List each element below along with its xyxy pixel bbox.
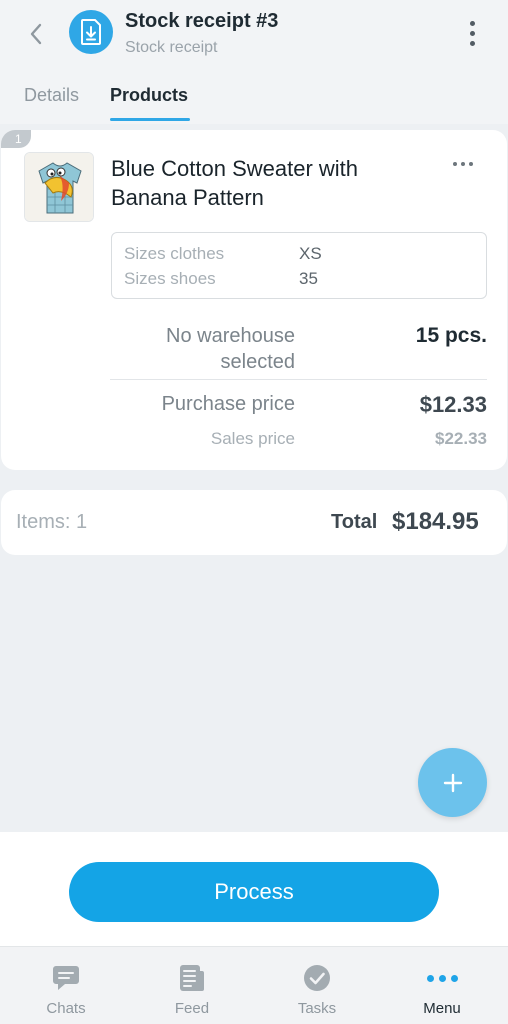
items-count: Items: 1 xyxy=(16,511,88,533)
nav-label: Tasks xyxy=(297,1000,337,1017)
nav-item-chats[interactable]: Chats xyxy=(16,946,116,1024)
page-subtitle: Stock receipt xyxy=(125,39,218,56)
warehouse-selector[interactable]: No warehouse selected xyxy=(110,323,295,375)
tab-products[interactable]: Products xyxy=(110,85,188,106)
check-circle-icon xyxy=(301,962,333,994)
divider xyxy=(110,379,487,380)
nav-item-tasks[interactable]: Tasks xyxy=(267,946,367,1024)
total-label: Total xyxy=(331,511,378,533)
quantity-value[interactable]: 15 pcs. xyxy=(416,324,487,348)
nav-label: Feed xyxy=(174,1000,210,1017)
chat-bubble-icon xyxy=(50,962,82,994)
sales-price-label: Sales price xyxy=(210,429,295,448)
property-label: Sizes clothes xyxy=(124,244,225,263)
more-horizontal-icon xyxy=(453,162,473,166)
property-value: XS xyxy=(299,244,322,263)
plus-icon xyxy=(443,773,462,792)
more-options-button[interactable] xyxy=(458,16,486,50)
product-name[interactable]: Blue Cotton Sweater with Banana Pattern xyxy=(111,154,411,212)
chevron-left-icon xyxy=(30,23,42,45)
nav-item-feed[interactable]: Feed xyxy=(142,946,242,1024)
document-avatar xyxy=(69,10,113,54)
product-options-button[interactable] xyxy=(450,156,476,172)
nav-item-menu[interactable]: Menu xyxy=(392,946,492,1024)
nav-label: Chats xyxy=(46,1000,86,1017)
back-button[interactable] xyxy=(22,20,50,48)
product-properties: Sizes clothes XS Sizes shoes 35 xyxy=(111,232,487,299)
active-tab-indicator xyxy=(110,118,190,121)
process-button[interactable]: Process xyxy=(69,862,439,922)
property-value: 35 xyxy=(299,269,318,288)
sweater-thumbnail-icon xyxy=(25,153,93,221)
more-vertical-icon xyxy=(469,20,475,46)
sales-price-value: $22.33 xyxy=(435,429,487,448)
nav-label: Menu xyxy=(423,1000,461,1017)
total-value: $184.95 xyxy=(392,508,479,535)
add-product-button[interactable] xyxy=(418,748,487,817)
download-document-icon xyxy=(81,19,101,45)
product-index-badge: 1 xyxy=(1,130,31,148)
feed-icon xyxy=(176,962,208,994)
product-image[interactable] xyxy=(24,152,94,222)
property-label: Sizes shoes xyxy=(124,269,216,288)
more-horizontal-icon xyxy=(426,962,458,994)
purchase-price-label: Purchase price xyxy=(161,393,295,415)
page-title: Stock receipt #3 xyxy=(125,10,279,32)
purchase-price-value[interactable]: $12.33 xyxy=(420,392,487,418)
tab-details[interactable]: Details xyxy=(24,85,79,106)
